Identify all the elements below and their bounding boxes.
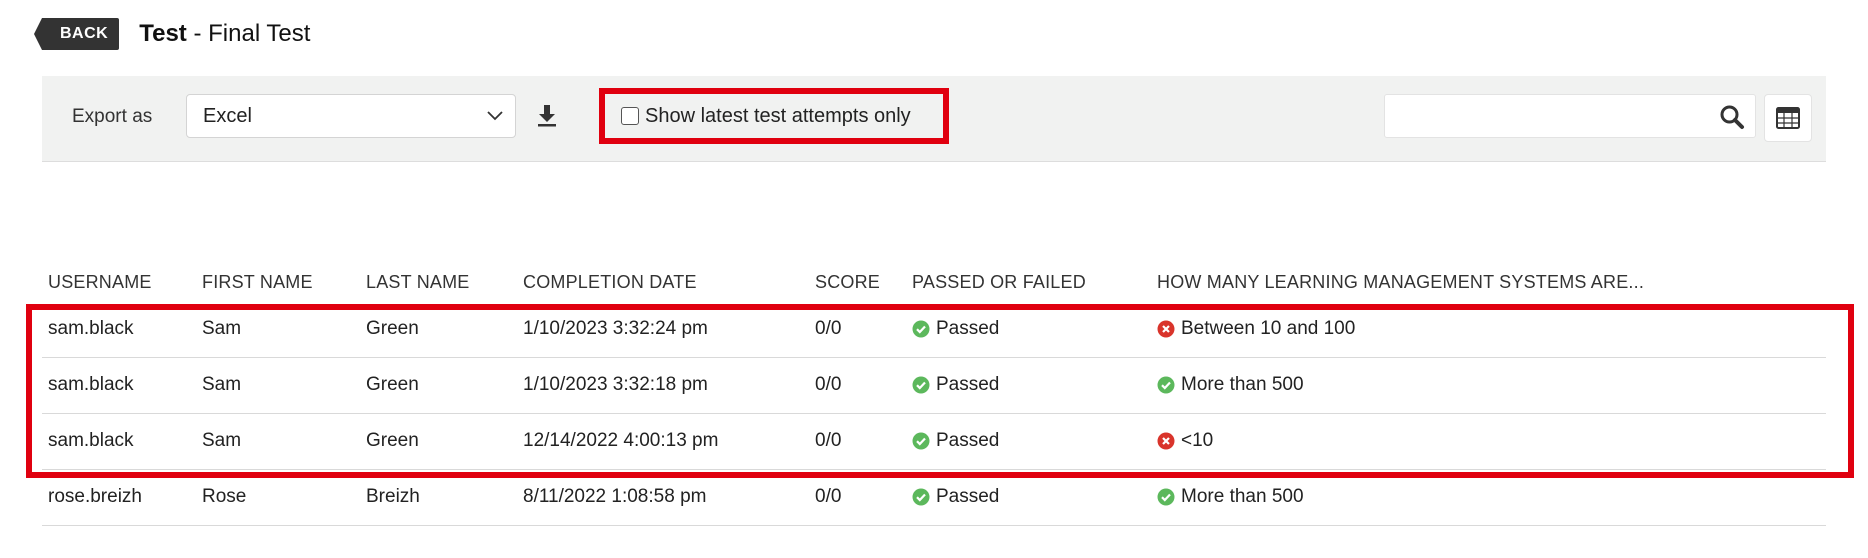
last-name-cell-text: Green <box>366 374 419 395</box>
result-cell: Passed <box>912 430 999 452</box>
last-name-cell-text: Green <box>366 318 419 339</box>
score-cell-text: 0/0 <box>815 318 842 339</box>
score-cell: 0/0 <box>815 430 841 452</box>
score-cell: 0/0 <box>815 486 841 508</box>
answer-cell-text: <10 <box>1181 430 1214 451</box>
x-circle-icon <box>1157 320 1175 338</box>
answer-cell: More than 500 <box>1157 374 1304 396</box>
completion-date-cell-text: 1/10/2023 3:32:18 pm <box>523 374 708 395</box>
latest-attempts-highlight: Show latest test attempts only <box>599 88 949 144</box>
report-toolbar: Export as Excel Show latest test attempt… <box>42 76 1826 162</box>
answer-cell-text: More than 500 <box>1181 486 1304 507</box>
score-cell-text: 0/0 <box>815 374 842 395</box>
column-header-completion-date[interactable]: COMPLETION DATE <box>523 272 697 293</box>
search-input[interactable] <box>1384 94 1756 138</box>
completion-date-cell-text: 12/14/2022 4:00:13 pm <box>523 430 719 451</box>
completion-date-cell-text: 8/11/2022 1:08:58 pm <box>523 486 707 507</box>
username-cell: sam.black <box>48 430 134 452</box>
result-cell-text: Passed <box>936 430 1000 451</box>
table-columns-icon <box>1776 107 1800 129</box>
username-cell: sam.black <box>48 374 134 396</box>
completion-date-cell: 1/10/2023 3:32:18 pm <box>523 374 708 396</box>
last-name-cell: Green <box>366 318 419 340</box>
completion-date-cell-text: 1/10/2023 3:32:24 pm <box>523 318 708 339</box>
table-row[interactable]: sam.black Sam Green 12/14/2022 4:00:13 pm 0/… <box>42 414 1826 470</box>
chevron-down-icon <box>487 111 503 121</box>
score-cell-text: 0/0 <box>815 486 842 507</box>
export-format-value: Excel <box>203 104 252 127</box>
last-name-cell: Green <box>366 430 419 452</box>
result-cell: Passed <box>912 486 999 508</box>
first-name-cell-text: Sam <box>202 430 242 451</box>
username-cell-text: sam.black <box>48 374 134 395</box>
first-name-cell-text: Sam <box>202 318 242 339</box>
answer-cell: Between 10 and 100 <box>1157 318 1355 340</box>
result-cell-text: Passed <box>936 486 1000 507</box>
completion-date-cell: 8/11/2022 1:08:58 pm <box>523 486 706 508</box>
table-header: USERNAME FIRST NAME LAST NAME COMPLETION… <box>42 262 1826 302</box>
table-body: sam.black Sam Green 1/10/2023 3:32:24 pm 0/0… <box>42 302 1826 526</box>
table-row[interactable]: sam.black Sam Green 1/10/2023 3:32:18 pm 0/0… <box>42 358 1826 414</box>
completion-date-cell: 12/14/2022 4:00:13 pm <box>523 430 718 452</box>
username-cell-text: rose.breizh <box>48 486 142 507</box>
first-name-cell-text: Sam <box>202 374 242 395</box>
last-name-cell-text: Green <box>366 430 419 451</box>
result-cell: Passed <box>912 374 999 396</box>
back-button-label: BACK <box>60 25 109 42</box>
x-circle-icon <box>1157 432 1175 450</box>
column-header-question[interactable]: HOW MANY LEARNING MANAGEMENT SYSTEMS ARE… <box>1157 272 1644 293</box>
first-name-cell: Rose <box>202 486 246 508</box>
table-row[interactable]: sam.black Sam Green 1/10/2023 3:32:24 pm 0/0… <box>42 302 1826 358</box>
page-title-test: Test <box>139 20 187 47</box>
result-cell: Passed <box>912 318 999 340</box>
column-header-first-name[interactable]: FIRST NAME <box>202 272 313 293</box>
page-title-name: - Final Test <box>186 20 311 47</box>
first-name-cell: Sam <box>202 374 241 396</box>
results-table: USERNAME FIRST NAME LAST NAME COMPLETION… <box>42 262 1826 526</box>
answer-cell-text: Between 10 and 100 <box>1181 318 1356 339</box>
column-settings-button[interactable] <box>1764 94 1812 142</box>
score-cell: 0/0 <box>815 318 841 340</box>
score-cell: 0/0 <box>815 374 841 396</box>
check-circle-icon <box>912 488 930 506</box>
latest-attempts-label[interactable]: Show latest test attempts only <box>645 105 911 128</box>
last-name-cell: Green <box>366 374 419 396</box>
username-cell-text: sam.black <box>48 318 134 339</box>
username-cell: rose.breizh <box>48 486 142 508</box>
answer-cell: <10 <box>1157 430 1213 452</box>
first-name-cell: Sam <box>202 430 241 452</box>
last-name-cell-text: Breizh <box>366 486 420 507</box>
check-circle-icon <box>912 376 930 394</box>
export-format-select[interactable]: Excel <box>186 94 516 138</box>
score-cell-text: 0/0 <box>815 430 842 451</box>
username-cell-text: sam.black <box>48 430 134 451</box>
last-name-cell: Breizh <box>366 486 420 508</box>
page-header: BACK Test - Final Test <box>33 16 310 52</box>
latest-attempts-checkbox[interactable] <box>621 107 639 125</box>
column-header-score[interactable]: SCORE <box>815 272 880 293</box>
column-header-username[interactable]: USERNAME <box>48 272 152 293</box>
answer-cell-text: More than 500 <box>1181 374 1304 395</box>
result-cell-text: Passed <box>936 374 1000 395</box>
column-header-passed-or-failed[interactable]: PASSED OR FAILED <box>912 272 1086 293</box>
first-name-cell-text: Rose <box>202 486 247 507</box>
check-circle-icon <box>912 432 930 450</box>
result-cell-text: Passed <box>936 318 1000 339</box>
username-cell: sam.black <box>48 318 134 340</box>
back-button[interactable]: BACK <box>33 18 120 50</box>
page-title: Test - Final Test <box>139 20 310 48</box>
column-header-last-name[interactable]: LAST NAME <box>366 272 470 293</box>
check-circle-icon <box>912 320 930 338</box>
download-icon[interactable] <box>532 100 562 130</box>
check-circle-icon <box>1157 376 1175 394</box>
completion-date-cell: 1/10/2023 3:32:24 pm <box>523 318 708 340</box>
check-circle-icon <box>1157 488 1175 506</box>
search-icon[interactable] <box>1719 104 1745 130</box>
answer-cell: More than 500 <box>1157 486 1304 508</box>
export-label: Export as <box>72 106 153 127</box>
table-row[interactable]: rose.breizh Rose Breizh 8/11/2022 1:08:58 p… <box>42 470 1826 526</box>
first-name-cell: Sam <box>202 318 241 340</box>
